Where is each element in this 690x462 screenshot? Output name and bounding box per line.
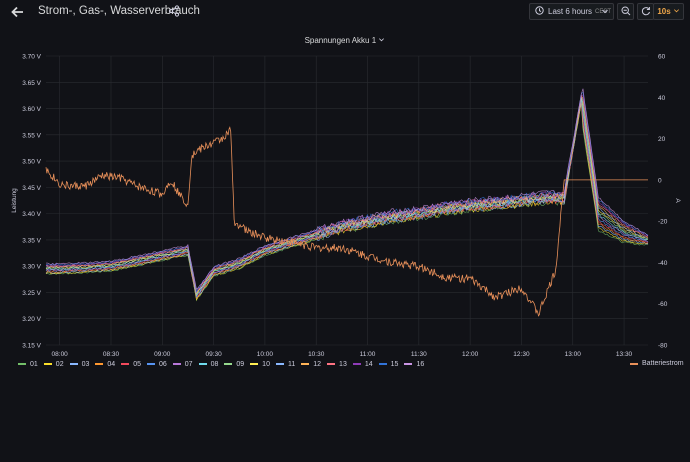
legend-item-10[interactable]: 10 xyxy=(250,361,270,368)
y-axis-label: Leistung xyxy=(11,188,18,213)
legend-label: 11 xyxy=(287,360,296,368)
legend-swatch xyxy=(378,363,387,365)
series-line-16 xyxy=(45,88,649,290)
x-tick-label: 11:30 xyxy=(411,351,427,358)
legend-label: 09 xyxy=(236,360,245,368)
y-tick-label: 3.50 V xyxy=(22,159,41,166)
time-series-chart[interactable]: 3.70 V 3.65 V 3.60 V 3.55 V 3.50 V 3.45 V 3.40… xyxy=(0,0,690,462)
x-tick-label: 08:30 xyxy=(103,351,120,358)
y-tick-label: 3.20 V xyxy=(22,316,41,323)
legend-label: 05 xyxy=(133,360,141,368)
legend-item-02[interactable]: 02 xyxy=(43,360,64,368)
legend-swatch xyxy=(43,363,52,365)
legend-item-16[interactable]: 16 xyxy=(404,361,424,368)
legend-item-14[interactable]: 14 xyxy=(352,360,373,368)
legend-swatch xyxy=(352,363,361,365)
legend-label: 15 xyxy=(390,360,399,368)
y2-tick-label: -40 xyxy=(658,260,668,267)
y-tick-label: 3.60 V xyxy=(22,106,41,113)
x-tick-label: 13:00 xyxy=(565,351,582,358)
y2-tick-label: 0 xyxy=(658,177,662,184)
legend-label: 06 xyxy=(158,360,167,368)
legend-item-11[interactable]: 11 xyxy=(275,360,296,368)
legend-swatch xyxy=(224,363,233,365)
legend-swatch xyxy=(275,363,284,365)
legend-swatch xyxy=(95,363,104,365)
legend-item-03[interactable]: 03 xyxy=(69,360,90,368)
legend-item-12[interactable]: 12 xyxy=(301,361,321,368)
y2-tick-label: -20 xyxy=(658,219,668,226)
legend-item-09[interactable]: 09 xyxy=(224,361,244,368)
legend-label: 14 xyxy=(364,360,373,368)
x-tick-label: 13:30 xyxy=(616,351,633,358)
y-tick-label: 3.40 V xyxy=(22,211,41,218)
y2-tick-label: 40 xyxy=(658,95,666,102)
legend-swatch xyxy=(18,363,26,365)
legend-label: 13 xyxy=(339,360,347,368)
y-tick-label: 3.55 V xyxy=(22,132,41,139)
y2-tick-label: -60 xyxy=(658,301,668,308)
y-tick-label: 3.25 V xyxy=(22,290,41,297)
legend-label: Batteriestrom xyxy=(642,360,684,367)
x-tick-label: 12:00 xyxy=(462,351,479,358)
legend-item-15[interactable]: 15 xyxy=(378,360,399,368)
legend-label: 16 xyxy=(416,360,425,368)
legend-item-06[interactable]: 06 xyxy=(146,360,167,368)
x-tick-label: 08:00 xyxy=(52,351,69,358)
legend-label: 03 xyxy=(81,360,90,368)
legend-label: 10 xyxy=(262,360,270,368)
legend-item-08[interactable]: 08 xyxy=(198,360,219,368)
legend-swatch xyxy=(250,363,259,365)
x-tick-label: 10:30 xyxy=(308,351,325,358)
legend-swatch xyxy=(327,363,336,365)
x-tick-label: 10:00 xyxy=(257,351,274,358)
y-tick-label: 3.30 V xyxy=(22,264,41,271)
y2-tick-label: 60 xyxy=(658,54,666,61)
y-tick-label: 3.65 V xyxy=(22,80,41,87)
y2-tick-label: 20 xyxy=(658,136,666,143)
legend-swatch xyxy=(301,363,310,365)
legend-label: 04 xyxy=(107,360,116,368)
legend-swatch xyxy=(404,363,413,365)
legend-swatch xyxy=(172,363,181,365)
legend-item-batteriestrom[interactable]: Batteriestrom xyxy=(630,360,684,367)
x-tick-label: 09:30 xyxy=(205,351,222,358)
legend-label: 01 xyxy=(30,360,38,368)
y-tick-label: 3.35 V xyxy=(22,237,41,244)
y2-tick-label: -80 xyxy=(658,343,668,350)
legend: 01 02 03 04 05 06 07 08 09 10 11 12 13 14 15 16 xyxy=(18,360,430,372)
legend-label: 07 xyxy=(184,360,193,368)
legend-swatch xyxy=(198,363,207,365)
y-tick-label: 3.45 V xyxy=(22,185,41,192)
y-tick-label: 3.70 V xyxy=(22,54,41,61)
legend-item-01[interactable]: 01 xyxy=(18,361,38,368)
legend-item-13[interactable]: 13 xyxy=(327,361,347,368)
legend-item-05[interactable]: 05 xyxy=(121,361,141,368)
y2-axis-label: A xyxy=(674,198,681,203)
legend-label: 02 xyxy=(55,360,64,368)
legend-item-04[interactable]: 04 xyxy=(95,361,115,368)
legend-label: 12 xyxy=(313,360,322,368)
legend-item-07[interactable]: 07 xyxy=(172,360,193,368)
legend-swatch xyxy=(146,363,155,365)
x-tick-label: 12:30 xyxy=(513,351,530,358)
x-tick-label: 09:00 xyxy=(154,351,171,358)
legend-label: 08 xyxy=(210,360,219,368)
legend-swatch xyxy=(630,362,638,365)
legend-swatch xyxy=(121,363,130,365)
y-tick-label: 3.15 V xyxy=(22,343,41,350)
x-tick-label: 11:00 xyxy=(360,351,376,358)
legend-swatch xyxy=(69,363,78,365)
